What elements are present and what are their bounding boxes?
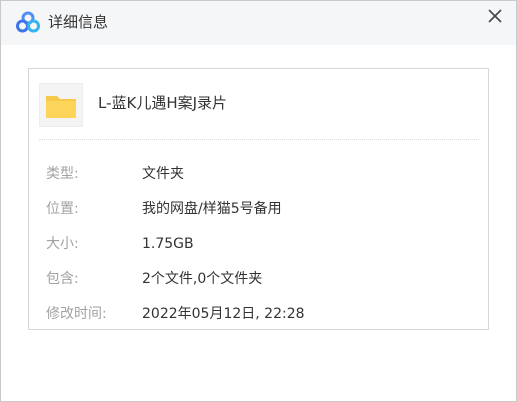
title-bar: 详细信息 [1, 1, 516, 45]
detail-value: 2个文件,0个文件夹 [142, 271, 263, 287]
cloud-logo-icon [16, 11, 40, 33]
details-dialog: 详细信息 L-蓝K儿遇H案J录片 类型: 文件夹 位置: 我的网盘/样猫5号备用… [0, 0, 517, 402]
detail-label: 修改时间: [46, 306, 107, 322]
detail-row-size: 大小: 1.75GB [46, 234, 466, 254]
detail-value: 文件夹 [142, 166, 184, 182]
dialog-title: 详细信息 [48, 13, 109, 31]
detail-row-type: 类型: 文件夹 [46, 164, 466, 184]
detail-value: 我的网盘/样猫5号备用 [142, 201, 282, 217]
detail-label: 包含: [46, 271, 79, 287]
detail-label: 大小: [46, 236, 79, 252]
close-icon[interactable] [485, 6, 505, 26]
detail-label: 类型: [46, 166, 79, 182]
folder-icon [39, 83, 83, 127]
detail-label: 位置: [46, 201, 79, 217]
info-card: L-蓝K儿遇H案J录片 类型: 文件夹 位置: 我的网盘/样猫5号备用 大小: … [28, 68, 489, 330]
file-name: L-蓝K儿遇H案J录片 [98, 94, 228, 112]
detail-value: 1.75GB [142, 236, 194, 252]
detail-row-location: 位置: 我的网盘/样猫5号备用 [46, 199, 466, 219]
detail-row-contents: 包含: 2个文件,0个文件夹 [46, 269, 466, 289]
detail-value: 2022年05月12日, 22:28 [142, 306, 305, 322]
detail-row-modified: 修改时间: 2022年05月12日, 22:28 [46, 304, 466, 324]
folder-shape-icon [46, 96, 76, 118]
divider [39, 139, 479, 140]
